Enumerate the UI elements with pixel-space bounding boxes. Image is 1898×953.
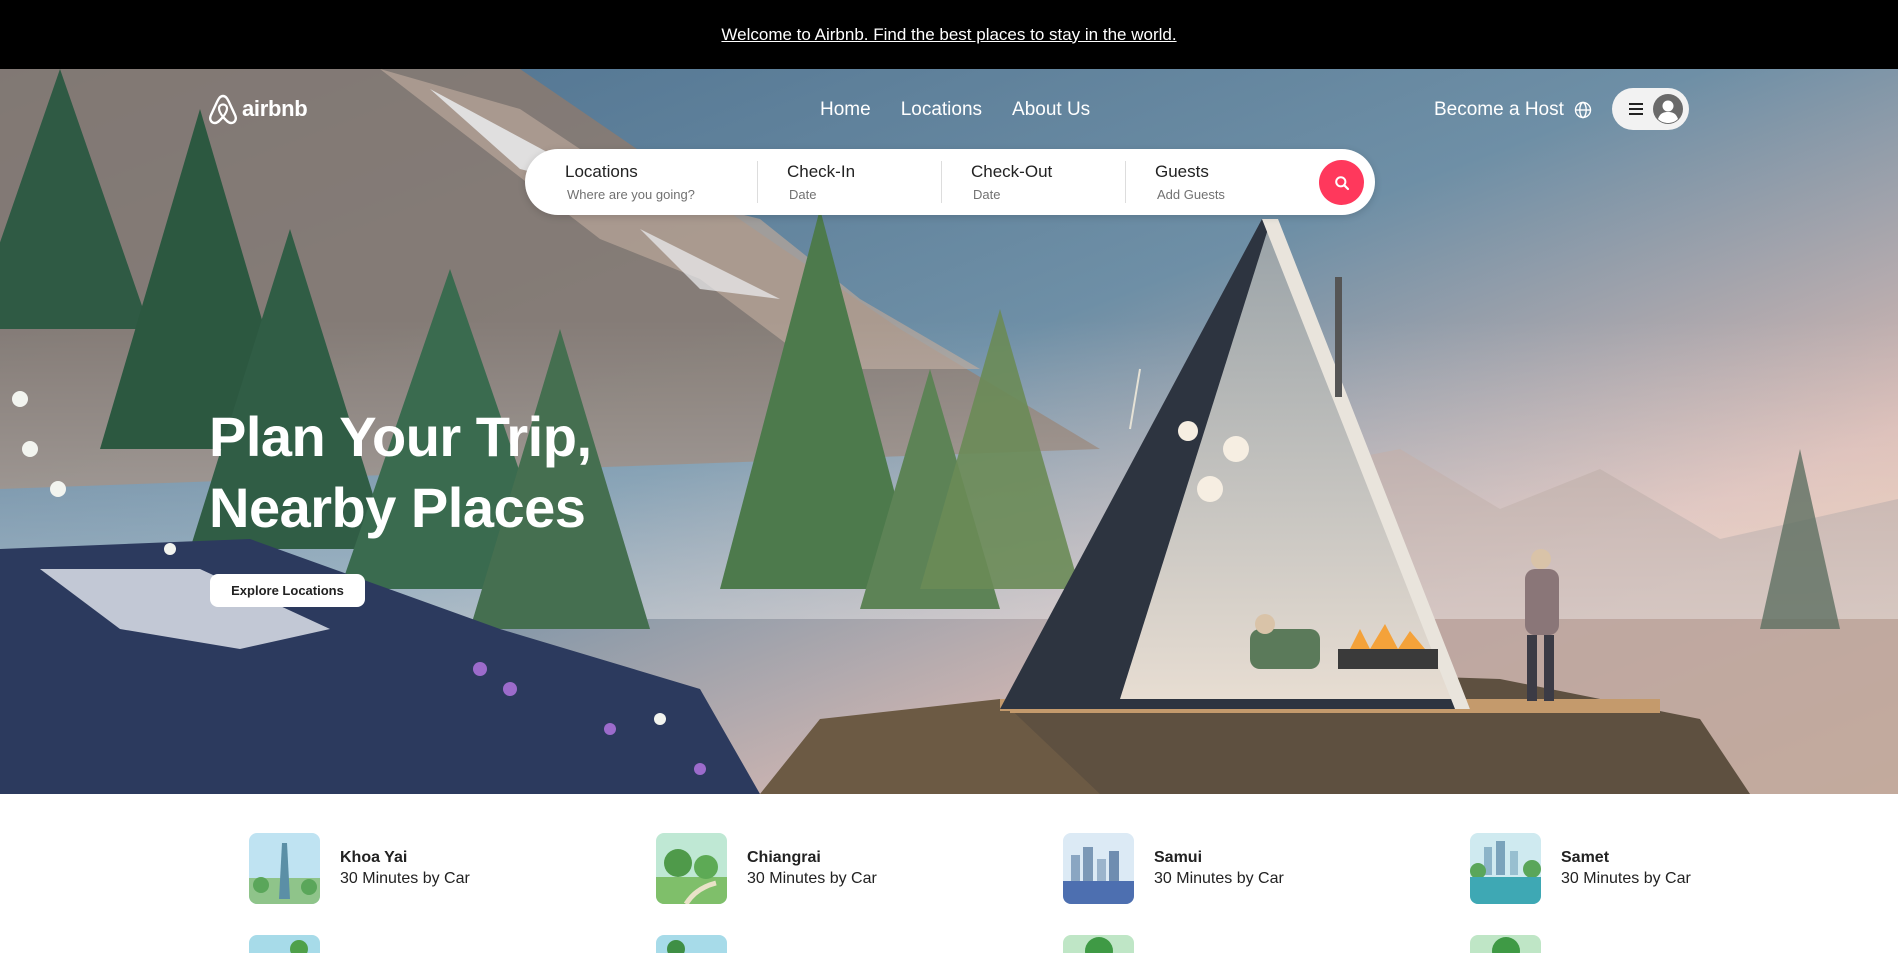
location-card-samet[interactable]: Samet 30 Minutes by Car [1470,833,1691,904]
location-placeholder: Where are you going? [567,187,695,202]
location-thumbnail-partial[interactable] [249,935,320,953]
explore-locations-button[interactable]: Explore Locations [210,574,365,607]
checkout-field[interactable]: Check-Out Date [971,149,1052,215]
guests-placeholder: Add Guests [1157,187,1225,202]
leaf-thumbnail-icon [1063,935,1134,953]
hamburger-menu-icon [1629,103,1643,115]
nav-about-us[interactable]: About Us [1012,99,1090,121]
airbnb-logo-icon [209,94,237,125]
hero-section: airbnb Home Locations About Us Become a … [0,69,1898,794]
nearby-locations-section: Khoa Yai 30 Minutes by Car Chiangrai 30 … [0,794,1898,953]
location-travel-time: 30 Minutes by Car [340,870,470,887]
park-landscape-icon [656,833,727,904]
checkin-field[interactable]: Check-In Date [787,149,855,215]
divider [1125,161,1126,203]
location-text: Chiangrai 30 Minutes by Car [747,849,877,888]
nav-locations[interactable]: Locations [901,99,982,121]
location-travel-time: 30 Minutes by Car [1154,870,1284,887]
location-card-samui[interactable]: Samui 30 Minutes by Car [1063,833,1284,904]
location-text: Samui 30 Minutes by Car [1154,849,1284,888]
divider [757,161,758,203]
airbnb-logo[interactable]: airbnb [208,93,308,125]
location-field[interactable]: Locations Where are you going? [565,149,695,215]
location-name: Khoa Yai [340,849,408,866]
city-skyline-icon [1063,833,1134,904]
location-travel-time: 30 Minutes by Car [1561,870,1691,887]
location-name: Samet [1561,849,1610,866]
beach-thumbnail-icon [249,935,320,953]
location-thumbnail-partial[interactable] [1063,935,1134,953]
become-host-link[interactable]: Become a Host [1434,99,1564,121]
location-text: Samet 30 Minutes by Car [1561,849,1691,888]
divider [941,161,942,203]
guests-field[interactable]: Guests Add Guests [1155,149,1225,215]
announcement-link[interactable]: Welcome to Airbnb. Find the best places … [721,25,1176,45]
checkout-placeholder: Date [973,187,1001,202]
location-thumbnail [249,833,320,904]
leaf-thumbnail-icon [1470,935,1541,953]
lake-city-icon [1470,833,1541,904]
location-thumbnail [656,833,727,904]
user-menu-button[interactable] [1612,88,1689,130]
search-button[interactable] [1319,160,1364,205]
location-thumbnail-partial[interactable] [656,935,727,953]
main-nav: Home Locations About Us [820,99,1090,121]
location-text: Khoa Yai 30 Minutes by Car [340,849,470,888]
checkin-placeholder: Date [789,187,817,202]
announcement-bar: Welcome to Airbnb. Find the best places … [0,0,1898,69]
location-thumbnail [1063,833,1134,904]
user-avatar-icon [1653,94,1683,124]
hero-title: Plan Your Trip, Nearby Places [209,401,592,543]
location-name: Chiangrai [747,849,821,866]
hero-title-line-2: Nearby Places [209,476,586,539]
logo-text: airbnb [242,96,308,121]
location-thumbnail-partial[interactable] [1470,935,1541,953]
location-travel-time: 30 Minutes by Car [747,870,877,887]
palm-thumbnail-icon [656,935,727,953]
checkout-label: Check-Out [971,162,1053,181]
location-label: Locations [565,162,638,181]
checkin-label: Check-In [787,162,856,181]
location-card-khoa-yai[interactable]: Khoa Yai 30 Minutes by Car [249,833,470,904]
globe-icon[interactable] [1573,100,1593,120]
guests-label: Guests [1155,162,1209,181]
search-icon [1334,175,1349,190]
nav-home[interactable]: Home [820,99,871,121]
location-card-chiangrai[interactable]: Chiangrai 30 Minutes by Car [656,833,877,904]
location-name: Samui [1154,849,1203,866]
hero-title-line-1: Plan Your Trip, [209,405,592,468]
tower-landscape-icon [249,833,320,904]
search-bar: Locations Where are you going? Check-In … [525,149,1375,215]
location-thumbnail [1470,833,1541,904]
